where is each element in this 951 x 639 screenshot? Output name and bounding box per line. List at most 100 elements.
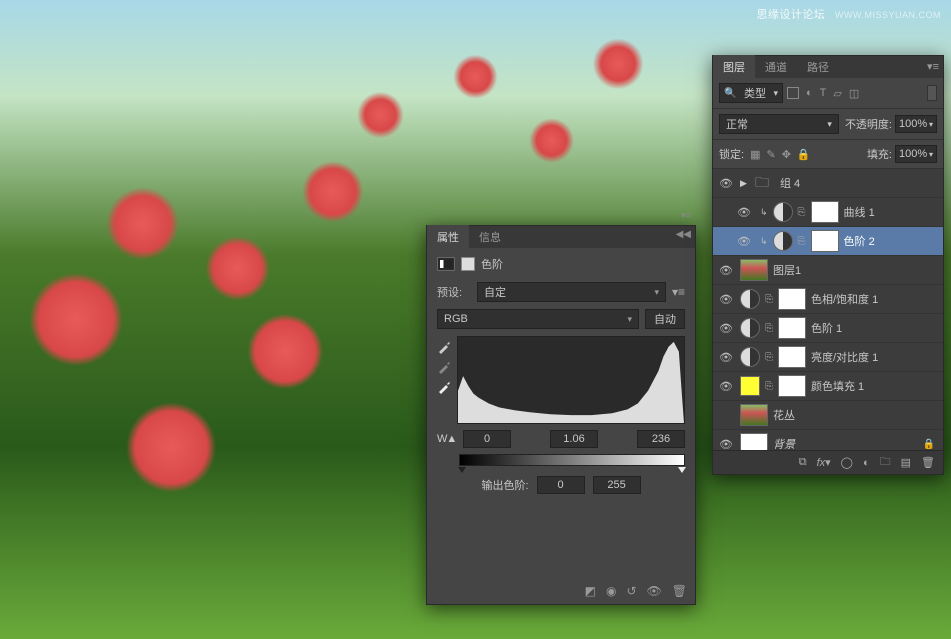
- preset-select[interactable]: 自定 ▾: [477, 282, 666, 302]
- slider-white-handle[interactable]: [678, 467, 686, 473]
- layer-style-icon[interactable]: fx▾: [817, 456, 831, 469]
- layer-name[interactable]: 曲线 1: [844, 204, 939, 220]
- collapse-icon[interactable]: ◀◀: [676, 229, 691, 240]
- input-black-field[interactable]: 0: [463, 430, 511, 448]
- preset-menu-icon[interactable]: ▾≡: [672, 285, 685, 299]
- lock-all-icon[interactable]: 🔒: [797, 148, 811, 161]
- expand-icon[interactable]: ▶: [740, 178, 750, 189]
- layer-name[interactable]: 亮度/对比度 1: [811, 349, 939, 365]
- mask-thumb[interactable]: [811, 230, 839, 252]
- fill-field[interactable]: 100%▾: [895, 145, 937, 163]
- output-gradient[interactable]: [459, 454, 685, 466]
- filter-shape-icon[interactable]: ▱: [833, 87, 841, 100]
- delete-layer-icon[interactable]: 🗑: [921, 456, 935, 469]
- layer-row[interactable]: 👁 ⎘ 色阶 1: [713, 314, 943, 343]
- filter-adjustment-icon[interactable]: ◐: [806, 87, 813, 99]
- visibility-toggle[interactable]: 👁: [717, 264, 735, 277]
- layer-name[interactable]: 花丛: [773, 407, 939, 423]
- output-black-field[interactable]: 0: [537, 476, 585, 494]
- layer-row[interactable]: 花丛: [713, 401, 943, 430]
- layer-row[interactable]: 👁↳⎘曲线 1: [713, 198, 943, 227]
- link-icon[interactable]: ⎘: [765, 352, 773, 363]
- link-layers-icon[interactable]: ⧉: [799, 456, 807, 469]
- auto-button[interactable]: 自动: [645, 309, 685, 329]
- tab-paths[interactable]: 路径: [797, 55, 839, 79]
- link-icon[interactable]: ⎘: [798, 236, 806, 247]
- lock-position-icon[interactable]: ✥: [782, 148, 791, 161]
- visibility-toggle[interactable]: 👁: [717, 177, 735, 190]
- layer-row[interactable]: 👁 ⎘ 亮度/对比度 1: [713, 343, 943, 372]
- histogram-display[interactable]: [457, 336, 685, 424]
- visibility-toggle[interactable]: 👁: [717, 380, 735, 393]
- slider-black-handle[interactable]: [458, 467, 466, 473]
- visibility-icon[interactable]: 👁: [647, 584, 662, 598]
- opacity-field[interactable]: 100%▾: [895, 115, 937, 133]
- fill-label: 填充:: [867, 146, 892, 162]
- input-white-field[interactable]: 236: [637, 430, 685, 448]
- add-mask-icon[interactable]: ◯: [841, 456, 853, 469]
- mask-thumb[interactable]: [811, 201, 839, 223]
- layer-thumb[interactable]: [740, 259, 768, 281]
- adjustment-thumb: [740, 347, 760, 367]
- new-group-icon[interactable]: 🗀: [880, 453, 891, 472]
- mask-thumb[interactable]: [778, 346, 806, 368]
- mask-thumb[interactable]: [778, 317, 806, 339]
- mask-icon[interactable]: [461, 257, 475, 271]
- link-icon[interactable]: ⎘: [798, 207, 806, 218]
- tab-properties[interactable]: 属性: [427, 225, 469, 249]
- layer-name[interactable]: 组 4: [780, 175, 939, 191]
- lock-transparency-icon[interactable]: ▦: [750, 148, 760, 161]
- layer-name[interactable]: 色阶 2: [844, 233, 939, 249]
- black-point-eyedropper[interactable]: [437, 340, 451, 354]
- white-point-eyedropper[interactable]: [437, 380, 451, 394]
- link-icon[interactable]: ⎘: [765, 294, 773, 305]
- tab-channels[interactable]: 通道: [755, 55, 797, 79]
- visibility-toggle[interactable]: 👁: [717, 351, 735, 364]
- layer-row[interactable]: 👁▶🗀组 4: [713, 169, 943, 198]
- layer-name[interactable]: 色阶 1: [811, 320, 939, 336]
- panel-menu-icon[interactable]: ▾≡: [927, 60, 939, 73]
- layer-row[interactable]: 👁 ⎘ 色相/饱和度 1: [713, 285, 943, 314]
- visibility-toggle[interactable]: 👁: [717, 438, 735, 451]
- chevron-down-icon: ▾: [654, 287, 659, 298]
- new-adjustment-icon[interactable]: ◐: [863, 457, 870, 469]
- filter-toggle[interactable]: [927, 85, 937, 101]
- adjustment-name: 色阶: [481, 256, 503, 272]
- mask-thumb[interactable]: [778, 288, 806, 310]
- layer-name[interactable]: 色相/饱和度 1: [811, 291, 939, 307]
- lock-pixels-icon[interactable]: ✎: [766, 148, 775, 161]
- visibility-toggle[interactable]: 👁: [735, 235, 753, 248]
- link-icon[interactable]: ⎘: [765, 323, 773, 334]
- layer-name[interactable]: 图层1: [773, 262, 939, 278]
- new-layer-icon[interactable]: ▤: [901, 456, 911, 469]
- tab-layers[interactable]: 图层: [713, 55, 755, 79]
- filter-smart-icon[interactable]: ◫: [849, 87, 859, 100]
- gray-point-eyedropper[interactable]: [437, 360, 451, 374]
- link-icon[interactable]: ⎘: [765, 381, 773, 392]
- blend-mode-select[interactable]: 正常 ▾: [719, 114, 839, 134]
- view-previous-icon[interactable]: ◉: [606, 584, 616, 598]
- filter-pixel-icon[interactable]: [787, 87, 799, 99]
- panel-menu-icon[interactable]: ▾≡: [681, 210, 691, 221]
- layer-row[interactable]: 👁 ⎘ 颜色填充 1: [713, 372, 943, 401]
- layer-row[interactable]: 👁↳⎘色阶 2: [713, 227, 943, 256]
- lock-row: 锁定: ▦ ✎ ✥ 🔒 填充: 100%▾: [713, 140, 943, 169]
- clip-icon[interactable]: ◩: [585, 584, 596, 598]
- input-gamma-field[interactable]: 1.06: [550, 430, 598, 448]
- filter-type-icon[interactable]: T: [820, 87, 827, 99]
- tab-info[interactable]: 信息: [469, 225, 511, 249]
- layer-thumb[interactable]: [740, 404, 768, 426]
- fill-thumb: [740, 376, 760, 396]
- visibility-toggle[interactable]: 👁: [717, 322, 735, 335]
- filter-type-select[interactable]: 🔍 类型 ▾: [719, 83, 783, 103]
- channel-select[interactable]: RGB ▾: [437, 309, 639, 329]
- output-white-field[interactable]: 255: [593, 476, 641, 494]
- reset-icon[interactable]: ↺: [626, 584, 636, 598]
- trash-icon[interactable]: 🗑: [672, 584, 687, 598]
- layer-name[interactable]: 颜色填充 1: [811, 378, 939, 394]
- visibility-toggle[interactable]: 👁: [735, 206, 753, 219]
- visibility-toggle[interactable]: 👁: [717, 293, 735, 306]
- mask-thumb[interactable]: [778, 375, 806, 397]
- layer-row[interactable]: 👁 图层1: [713, 256, 943, 285]
- layer-filter-row: 🔍 类型 ▾ ◐ T ▱ ◫: [713, 78, 943, 109]
